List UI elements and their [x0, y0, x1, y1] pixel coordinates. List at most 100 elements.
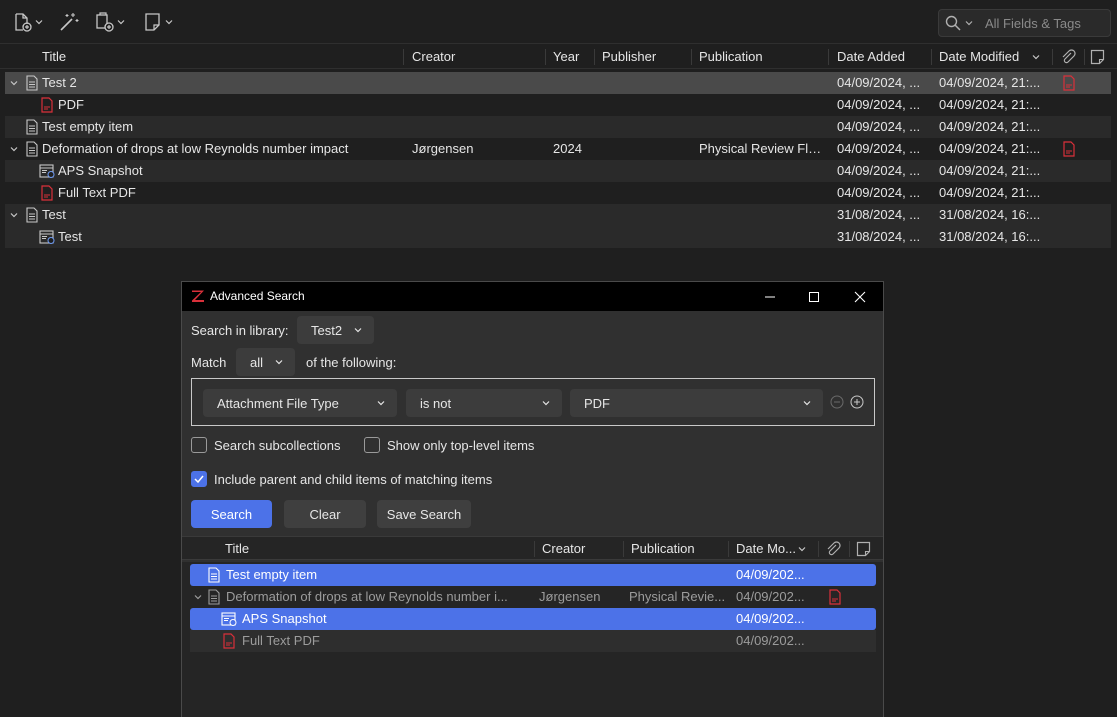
checkmark-icon [194, 475, 204, 484]
clear-button[interactable]: Clear [284, 500, 366, 528]
pdf-icon [41, 97, 53, 113]
close-button[interactable] [837, 282, 883, 311]
dialog-titlebar[interactable]: Advanced Search [182, 282, 883, 311]
item-creator: Jørgensen [412, 141, 474, 156]
chevron-down-icon [542, 401, 550, 406]
chevron-down-icon[interactable] [10, 79, 18, 87]
column-creator[interactable]: Creator [534, 537, 585, 561]
results-table-header: Title Creator Publication Date Mo... [182, 536, 883, 560]
web-snapshot-icon [39, 164, 55, 178]
search-button[interactable]: Search [191, 500, 272, 528]
add-condition-icon[interactable] [850, 395, 864, 409]
add-by-identifier-button[interactable] [58, 11, 80, 33]
table-row[interactable]: Test empty item 04/09/202... [190, 564, 876, 586]
include-parent-child-label[interactable]: Include parent and child items of matchi… [214, 472, 492, 487]
column-divider[interactable] [849, 541, 850, 557]
attachment-column-icon[interactable] [1060, 49, 1076, 65]
chevron-down-icon[interactable] [194, 593, 202, 601]
item-title: APS Snapshot [58, 163, 143, 178]
top-level-only-label[interactable]: Show only top-level items [387, 438, 534, 453]
column-title[interactable]: Title [217, 537, 249, 561]
pdf-icon[interactable] [828, 589, 842, 605]
pdf-icon [223, 633, 235, 649]
column-year[interactable]: Year [545, 45, 579, 69]
item-title: Test [42, 207, 66, 222]
document-icon [208, 567, 220, 583]
column-publication[interactable]: Publication [691, 45, 763, 69]
condition-field-select[interactable]: Attachment File Type [203, 389, 397, 417]
column-date-modified[interactable]: Date Mo... [728, 537, 796, 561]
pdf-icon[interactable] [1062, 141, 1076, 157]
notes-column-icon[interactable] [1090, 49, 1105, 65]
chevron-down-icon[interactable] [10, 145, 18, 153]
save-search-button[interactable]: Save Search [377, 500, 471, 528]
table-row[interactable]: APS Snapshot 04/09/2024, ... 04/09/2024,… [5, 160, 1111, 182]
note-icon [145, 13, 160, 31]
chevron-down-icon[interactable] [10, 211, 18, 219]
table-row[interactable]: Deformation of drops at low Reynolds num… [5, 138, 1111, 160]
new-item-button[interactable] [12, 11, 43, 33]
quick-search[interactable] [938, 9, 1111, 37]
match-select[interactable]: all [236, 348, 295, 376]
attachment-column-icon[interactable] [825, 541, 841, 557]
table-row[interactable]: PDF 04/09/2024, ... 04/09/2024, 21:... [5, 94, 1111, 116]
condition-operator-select[interactable]: is not [406, 389, 562, 417]
item-date-modified: 04/09/2024, 21:... [939, 97, 1041, 112]
column-divider[interactable] [1084, 49, 1085, 65]
column-publisher[interactable]: Publisher [594, 45, 656, 69]
condition-value-select[interactable]: PDF [570, 389, 823, 417]
pdf-icon[interactable] [1062, 75, 1076, 91]
pdf-icon [41, 185, 53, 201]
column-date-added[interactable]: Date Added [829, 45, 905, 69]
new-note-button[interactable] [144, 11, 173, 33]
table-row[interactable]: APS Snapshot 04/09/202... [190, 608, 876, 630]
search-input[interactable] [985, 15, 1105, 31]
items-list: Test 2 04/09/2024, ... 04/09/2024, 21:..… [5, 72, 1111, 248]
item-date-added: 04/09/2024, ... [837, 75, 921, 90]
notes-column-icon[interactable] [856, 541, 871, 557]
item-date-modified: 04/09/2024, 21:... [939, 185, 1041, 200]
column-date-modified[interactable]: Date Modified [931, 45, 1019, 69]
search-subcollections-label[interactable]: Search subcollections [214, 438, 340, 453]
item-title: Test empty item [42, 119, 134, 134]
library-select[interactable]: Test2 [297, 316, 374, 344]
table-row[interactable]: Test empty item 04/09/2024, ... 04/09/20… [5, 116, 1111, 138]
top-level-only-checkbox[interactable] [364, 437, 380, 453]
search-subcollections-checkbox[interactable] [191, 437, 207, 453]
chevron-down-icon[interactable] [965, 19, 973, 27]
sort-descending-icon [1032, 55, 1040, 60]
minimize-button[interactable] [747, 282, 793, 311]
dialog-title: Advanced Search [210, 289, 305, 303]
maximize-button[interactable] [791, 282, 837, 311]
close-icon [854, 291, 866, 302]
item-date-added: 31/08/2024, ... [837, 207, 921, 222]
column-divider[interactable] [1052, 49, 1053, 65]
condition-operator-value: is not [420, 395, 452, 411]
item-date-modified: 04/09/202... [736, 611, 805, 626]
table-row[interactable]: Full Text PDF 04/09/2024, ... 04/09/2024… [5, 182, 1111, 204]
attachment-add-icon [96, 12, 114, 32]
table-row[interactable]: Deformation of drops at low Reynolds num… [190, 586, 876, 608]
remove-condition-icon[interactable] [830, 395, 844, 409]
zotero-logo-icon [192, 290, 204, 302]
item-date-modified: 04/09/202... [736, 567, 805, 582]
web-snapshot-icon [221, 612, 237, 626]
include-parent-child-checkbox[interactable] [191, 471, 207, 487]
match-select-value: all [250, 354, 264, 370]
new-item-icon [15, 13, 32, 32]
table-row[interactable]: Test 31/08/2024, ... 31/08/2024, 16:... [5, 226, 1111, 248]
item-creator: Jørgensen [539, 589, 601, 604]
item-date-added: 04/09/2024, ... [837, 141, 921, 156]
column-divider[interactable] [818, 541, 819, 557]
column-title[interactable]: Title [34, 45, 66, 69]
column-publication[interactable]: Publication [623, 537, 695, 561]
item-date-modified: 04/09/2024, 21:... [939, 163, 1041, 178]
table-row[interactable]: Test 2 04/09/2024, ... 04/09/2024, 21:..… [5, 72, 1111, 94]
document-icon [26, 119, 38, 135]
item-title: Test [58, 229, 82, 244]
column-creator[interactable]: Creator [404, 45, 455, 69]
new-attachment-button[interactable] [94, 11, 125, 33]
table-row[interactable]: Full Text PDF 04/09/202... [190, 630, 876, 652]
chevron-down-icon [803, 401, 811, 406]
table-row[interactable]: Test 31/08/2024, ... 31/08/2024, 16:... [5, 204, 1111, 226]
